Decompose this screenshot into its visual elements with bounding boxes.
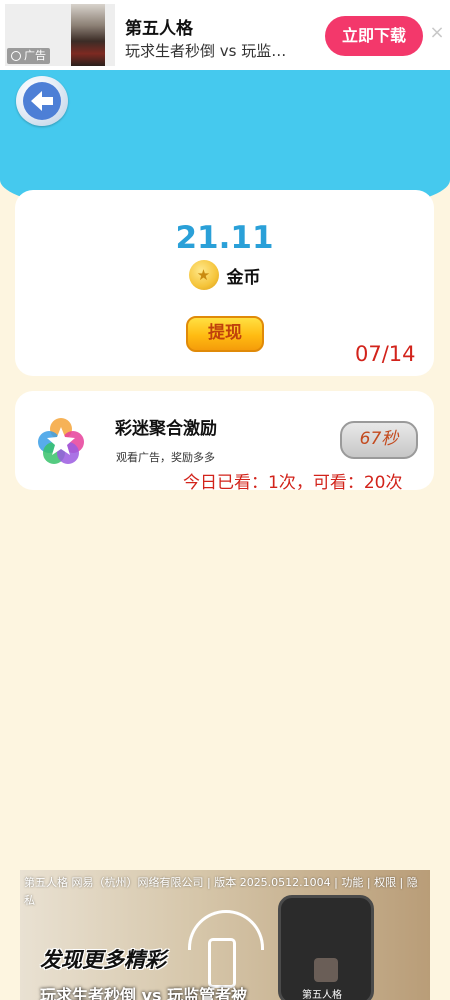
phone-outline-icon: [208, 938, 236, 988]
bottom-ad[interactable]: 第五人格 网易（杭州）网络有限公司 | 版本 2025.0512.1004 | …: [20, 870, 430, 1000]
balance-value: 21.11: [175, 220, 274, 256]
ad-source-icon: [11, 51, 21, 61]
ad-tag: 广告: [7, 48, 50, 64]
reward-card[interactable]: 彩迷聚合激励 观看广告，奖励多多 67秒 今日已看：1次，可看：20次: [15, 391, 434, 493]
phone-image: [278, 895, 374, 1000]
watch-timer-button[interactable]: 67秒: [340, 421, 418, 459]
game-app-icon: [314, 958, 338, 982]
reward-title: 彩迷聚合激励: [115, 419, 217, 439]
app-logo-icon: [35, 415, 87, 465]
back-button[interactable]: [16, 76, 68, 126]
ad-subtitle: 玩求生者秒倒 vs 玩监…: [125, 42, 287, 60]
ad-headline: 发现更多精彩: [40, 948, 166, 972]
close-icon[interactable]: ×: [428, 24, 446, 42]
withdraw-button[interactable]: 提现: [186, 316, 264, 352]
ad-tag-label: 广告: [24, 49, 46, 62]
ad-game-image: [71, 4, 105, 66]
reward-subtitle: 观看广告，奖励多多: [116, 451, 215, 464]
game-app-label: 第五人格: [302, 990, 342, 1000]
date-label: 07/14: [355, 342, 416, 366]
back-arrow-icon: [23, 82, 61, 120]
balance-card: 21.11 ★ 金币 提现 07/14: [15, 190, 434, 376]
coin-row: ★ 金币: [15, 260, 434, 290]
watch-count: 今日已看：1次，可看：20次: [183, 473, 403, 493]
ad-subline: 玩求生者秒倒 vs 玩监管者被: [40, 986, 248, 1000]
coin-label: 金币: [226, 267, 261, 288]
coin-icon: ★: [188, 260, 219, 290]
ad-title: 第五人格: [125, 19, 193, 39]
ad-thumbnail[interactable]: 广告: [5, 4, 115, 66]
ad-banner[interactable]: 广告 第五人格 玩求生者秒倒 vs 玩监… 立即下载 ×: [0, 0, 450, 70]
download-button[interactable]: 立即下载: [325, 16, 423, 56]
